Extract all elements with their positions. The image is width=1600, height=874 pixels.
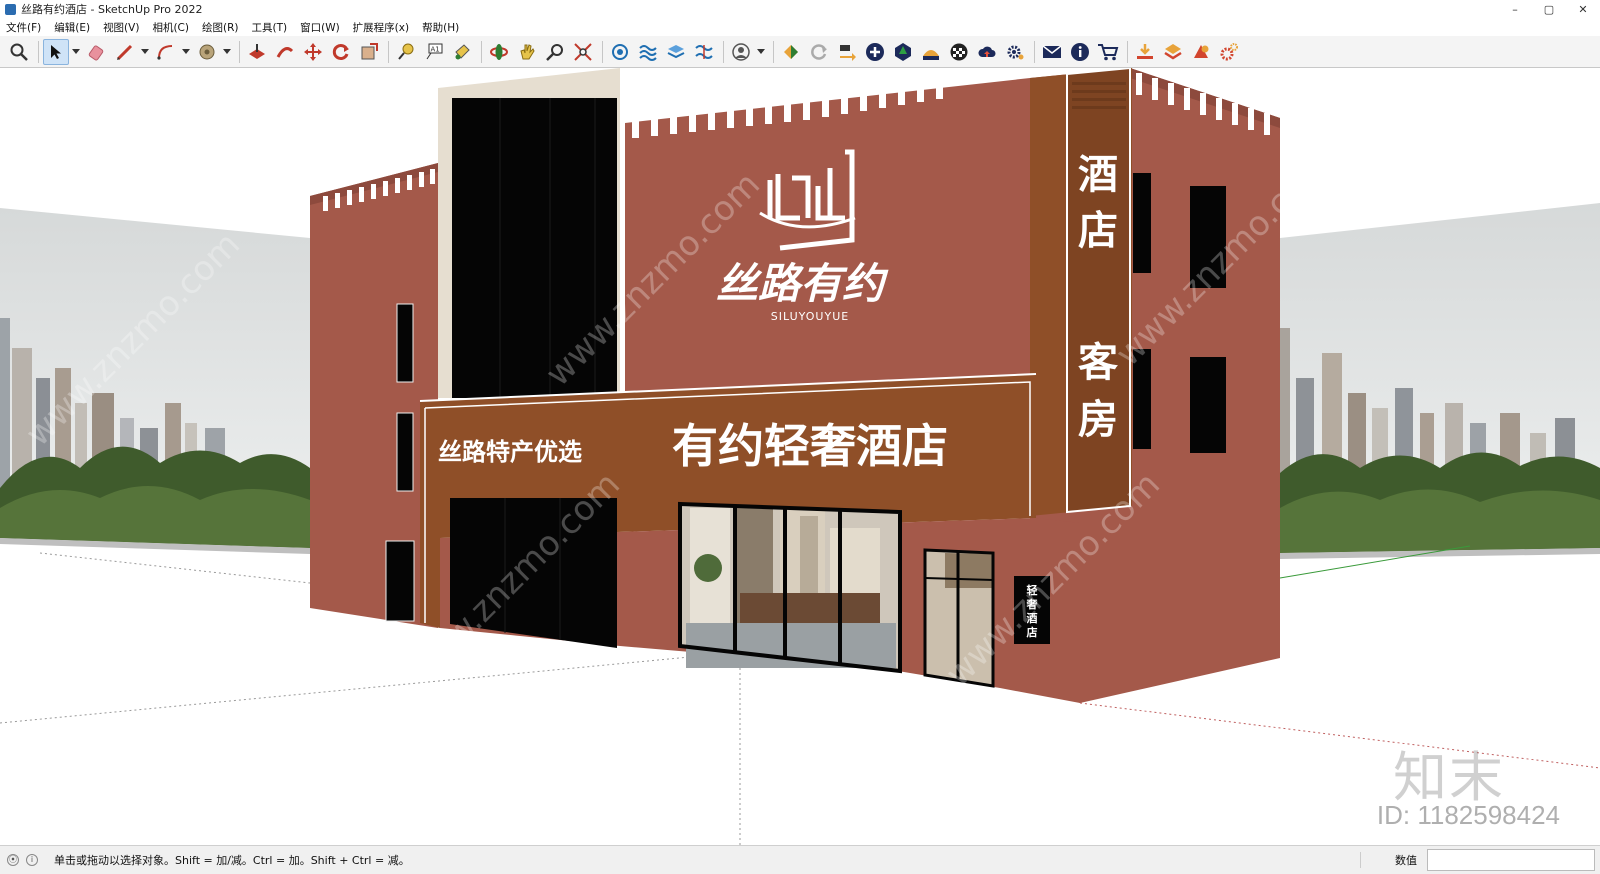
info-icon[interactable] bbox=[1067, 39, 1093, 65]
measurements-box: 数值 bbox=[1360, 846, 1595, 874]
scene-canvas: 酒 店 客 房 丝路有约 SILUYOUYUE 丝路特产优选 有约轻奢酒店 轻 … bbox=[0, 68, 1600, 845]
menu-help[interactable]: 帮助(H) bbox=[422, 20, 459, 35]
vertical-sign-char-4: 房 bbox=[1078, 396, 1118, 443]
title-bar: 丝路有约酒店 - SketchUp Pro 2022 – ▢ ✕ bbox=[0, 0, 1600, 18]
user-dropdown-icon[interactable] bbox=[756, 39, 766, 65]
maximize-button[interactable]: ▢ bbox=[1532, 0, 1566, 18]
sign-hotel-name: 有约轻奢酒店 bbox=[672, 419, 948, 473]
pencil-icon[interactable] bbox=[112, 39, 138, 65]
arc-icon[interactable] bbox=[153, 39, 179, 65]
menu-tools[interactable]: 工具(T) bbox=[251, 20, 287, 35]
layers-icon[interactable] bbox=[691, 39, 717, 65]
materials-icon[interactable] bbox=[635, 39, 661, 65]
components-icon[interactable] bbox=[607, 39, 633, 65]
panorama-left bbox=[0, 208, 310, 554]
pencil-dropdown-icon[interactable] bbox=[140, 39, 150, 65]
model-viewport[interactable]: 酒 店 客 房 丝路有约 SILUYOUYUE 丝路特产优选 有约轻奢酒店 轻 … bbox=[0, 68, 1600, 845]
window-controls: – ▢ ✕ bbox=[1498, 0, 1600, 18]
sketchup-app-icon bbox=[5, 3, 16, 15]
svg-text:A1: A1 bbox=[431, 45, 440, 53]
gear-plugin-icon[interactable] bbox=[1216, 39, 1242, 65]
geolocation-icon[interactable]: ⦿ bbox=[7, 853, 19, 866]
select-dropdown-icon[interactable] bbox=[71, 39, 81, 65]
warehouse-icon[interactable] bbox=[778, 39, 804, 65]
text-icon[interactable]: A1 bbox=[421, 39, 447, 65]
paint-bucket-icon[interactable] bbox=[194, 39, 220, 65]
follow-me-icon[interactable] bbox=[272, 39, 298, 65]
menu-draw[interactable]: 绘图(R) bbox=[202, 20, 239, 35]
export-model-icon[interactable] bbox=[1160, 39, 1186, 65]
sign-specialty-text: 丝路特产优选 bbox=[438, 438, 582, 466]
add-icon[interactable] bbox=[862, 39, 888, 65]
status-message: 单击或拖动以选择对象。Shift = 加/减。Ctrl = 加。Shift + … bbox=[54, 853, 410, 867]
minimize-button[interactable]: – bbox=[1498, 0, 1532, 18]
arc-dropdown-icon[interactable] bbox=[181, 39, 191, 65]
eraser-icon[interactable] bbox=[84, 39, 110, 65]
pan-icon[interactable] bbox=[514, 39, 540, 65]
pattern-icon[interactable] bbox=[946, 39, 972, 65]
vertical-sign-char-2: 店 bbox=[1078, 207, 1118, 254]
settings-icon[interactable] bbox=[1002, 39, 1028, 65]
menu-edit[interactable]: 编辑(E) bbox=[54, 20, 90, 35]
info-status-icon[interactable]: i bbox=[26, 853, 38, 866]
model-id-watermark: ID: 1182598424 bbox=[1376, 800, 1560, 830]
left-wing bbox=[310, 163, 438, 628]
paint-dropdown-icon[interactable] bbox=[222, 39, 232, 65]
paint-icon[interactable] bbox=[449, 39, 475, 65]
styles-icon[interactable] bbox=[663, 39, 689, 65]
tape-measure-icon[interactable] bbox=[393, 39, 419, 65]
move-icon[interactable] bbox=[300, 39, 326, 65]
rotate-icon[interactable] bbox=[328, 39, 354, 65]
measurements-input[interactable] bbox=[1427, 849, 1595, 871]
refresh-icon[interactable] bbox=[806, 39, 832, 65]
zoom-icon[interactable] bbox=[6, 39, 32, 65]
tree-icon[interactable] bbox=[890, 39, 916, 65]
orbit-icon[interactable] bbox=[486, 39, 512, 65]
import-icon[interactable] bbox=[1132, 39, 1158, 65]
lobby-glass-front bbox=[678, 501, 902, 674]
menu-bar: 文件(F) 编辑(E) 视图(V) 相机(C) 绘图(R) 工具(T) 窗口(W… bbox=[0, 18, 1600, 36]
mail-icon[interactable] bbox=[1039, 39, 1065, 65]
hotel-logo-text: 丝路有约 bbox=[716, 259, 889, 308]
sun-icon[interactable] bbox=[918, 39, 944, 65]
menu-file[interactable]: 文件(F) bbox=[6, 20, 41, 35]
menu-view[interactable]: 视图(V) bbox=[103, 20, 139, 35]
main-toolbar: A1 bbox=[0, 36, 1600, 68]
plugin-icon[interactable] bbox=[1188, 39, 1214, 65]
vertical-sign-char-1: 酒 bbox=[1078, 151, 1118, 198]
cart-icon[interactable] bbox=[1095, 39, 1121, 65]
close-button[interactable]: ✕ bbox=[1566, 0, 1600, 18]
select-icon[interactable] bbox=[43, 38, 69, 65]
zoom-window-icon[interactable] bbox=[542, 39, 568, 65]
scale-icon[interactable] bbox=[356, 39, 382, 65]
menu-camera[interactable]: 相机(C) bbox=[152, 20, 189, 35]
panorama-right bbox=[1280, 203, 1600, 559]
zoom-extents-icon[interactable] bbox=[570, 39, 596, 65]
window-title: 丝路有约酒店 - SketchUp Pro 2022 bbox=[21, 3, 203, 16]
user-icon[interactable] bbox=[728, 39, 754, 65]
vertical-sign bbox=[1030, 68, 1132, 516]
hotel-logo-subtitle: SILUYOUYUE bbox=[771, 310, 849, 323]
cloud-icon[interactable] bbox=[974, 39, 1000, 65]
export-icon[interactable] bbox=[834, 39, 860, 65]
push-pull-icon[interactable] bbox=[244, 39, 270, 65]
status-bar: ⦿ i 单击或拖动以选择对象。Shift = 加/减。Ctrl = 加。Shif… bbox=[0, 845, 1600, 873]
menu-extensions[interactable]: 扩展程序(x) bbox=[353, 20, 409, 35]
menu-window[interactable]: 窗口(W) bbox=[300, 20, 340, 35]
measurements-label: 数值 bbox=[1360, 852, 1427, 868]
